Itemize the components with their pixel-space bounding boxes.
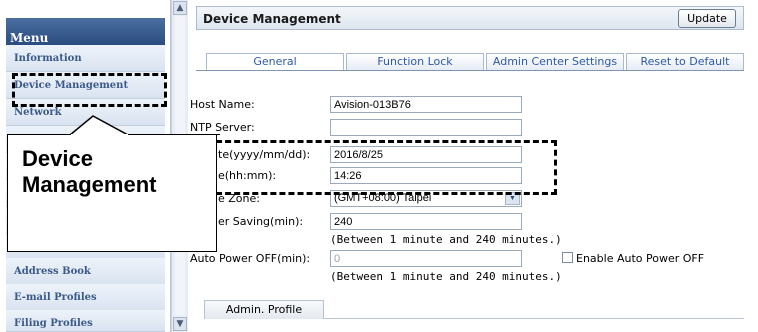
update-button[interactable]: Update <box>678 9 736 28</box>
tab-admin-center-settings[interactable]: Admin Center Settings <box>486 53 624 70</box>
scroll-down-icon[interactable]: ▼ <box>173 317 187 331</box>
highlight-device-management-menu <box>12 73 167 107</box>
highlight-date-time-fields <box>207 140 557 195</box>
tab-general[interactable]: General <box>206 53 344 70</box>
enable-auto-power-off-checkbox[interactable] <box>562 252 573 263</box>
sidebar-top-band <box>6 0 165 18</box>
title-bar: Device Management Update <box>196 6 744 30</box>
callout-box: Device Management <box>6 134 220 252</box>
tab-bar: General Function Lock Admin Center Setti… <box>196 53 744 71</box>
host-name-field[interactable] <box>330 96 522 113</box>
sidebar-item-filing-profiles[interactable]: Filing Profiles <box>6 310 165 332</box>
callout-border-right <box>128 134 220 135</box>
callout-line-2: Management <box>22 172 157 197</box>
ntp-server-field[interactable] <box>330 119 522 136</box>
tab-admin-profile[interactable]: Admin. Profile <box>204 300 324 319</box>
power-saving-field[interactable] <box>330 213 522 230</box>
sidebar-item-email-profiles[interactable]: E-mail Profiles <box>6 284 165 311</box>
scroll-up-icon[interactable]: ▲ <box>173 1 187 15</box>
auto-power-off-label: Auto Power OFF(min): <box>190 252 311 265</box>
enable-auto-power-off-label: Enable Auto Power OFF <box>576 252 705 265</box>
power-saving-label: er Saving(min): <box>218 215 304 228</box>
admin-tab-underline <box>324 318 744 319</box>
callout-line-1: Device <box>22 146 93 171</box>
tab-reset-to-default[interactable]: Reset to Default <box>626 53 744 70</box>
page-title: Device Management <box>203 12 341 26</box>
callout-border-left <box>6 134 71 135</box>
power-saving-hint: (Between 1 minute and 240 minutes.) <box>330 233 562 246</box>
auto-power-off-field[interactable] <box>330 250 522 267</box>
sidebar-item-information[interactable]: Information <box>6 45 165 72</box>
auto-power-off-hint: (Between 1 minute and 240 minutes.) <box>330 270 562 283</box>
tab-function-lock[interactable]: Function Lock <box>346 53 484 70</box>
host-name-label: Host Name: <box>190 98 255 111</box>
menu-header: Menu <box>6 18 165 45</box>
sidebar-item-address-book[interactable]: Address Book <box>6 258 165 285</box>
callout-text: Device Management <box>22 146 156 198</box>
ntp-server-label: NTP Server: <box>190 121 255 134</box>
